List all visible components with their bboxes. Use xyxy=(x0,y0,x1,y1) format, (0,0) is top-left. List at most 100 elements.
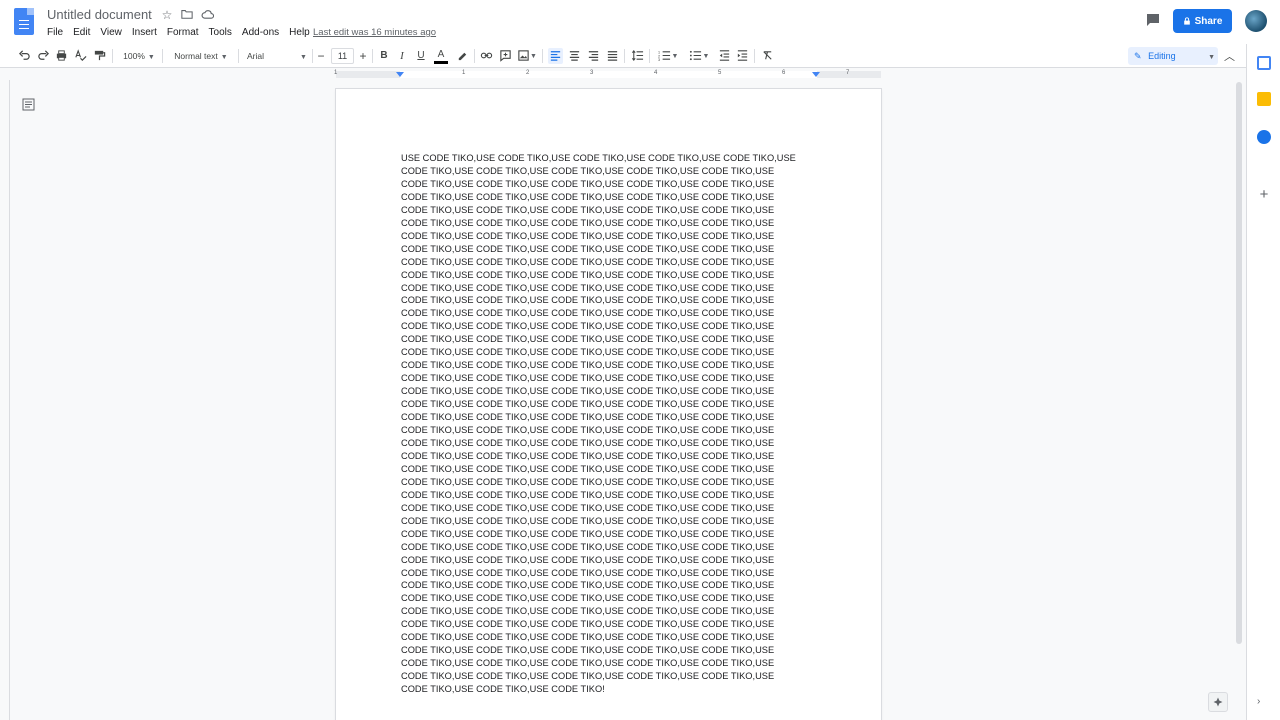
print-icon[interactable] xyxy=(54,48,68,64)
share-label: Share xyxy=(1194,15,1223,27)
chevron-down-icon: ▼ xyxy=(671,53,679,60)
menu-view[interactable]: View xyxy=(95,26,127,39)
menu-insert[interactable]: Insert xyxy=(127,26,162,39)
underline-button[interactable]: U xyxy=(415,48,427,64)
ruler-number: 2 xyxy=(526,70,530,76)
zoom-value: 100% xyxy=(123,51,145,61)
share-button[interactable]: Share xyxy=(1173,9,1232,33)
keep-icon[interactable] xyxy=(1257,92,1271,106)
ruler-number: 1 xyxy=(334,70,338,76)
increase-indent-icon[interactable] xyxy=(735,48,749,64)
add-addon-icon[interactable]: + xyxy=(1257,187,1271,202)
align-center-icon[interactable] xyxy=(567,48,581,64)
toolbar-divider xyxy=(624,49,625,63)
title-bar: Untitled document ☆ File Edit View Inser… xyxy=(0,0,1280,44)
ruler-number: 3 xyxy=(590,70,594,76)
docs-logo-icon[interactable] xyxy=(14,8,34,35)
chevron-right-icon[interactable]: › xyxy=(1257,696,1260,707)
italic-button[interactable]: I xyxy=(396,48,408,64)
toolbar-divider xyxy=(474,49,475,63)
menu-edit[interactable]: Edit xyxy=(68,26,95,39)
explore-icon[interactable] xyxy=(1208,692,1228,712)
link-icon[interactable] xyxy=(479,48,493,64)
tasks-icon[interactable] xyxy=(1257,130,1271,144)
toolbar-divider xyxy=(372,49,373,63)
svg-text:3: 3 xyxy=(658,58,660,62)
pencil-icon: ✎ xyxy=(1134,51,1142,61)
ruler-number: 7 xyxy=(846,70,850,76)
align-right-icon[interactable] xyxy=(586,48,600,64)
toolbar-divider xyxy=(312,49,313,63)
menu-file[interactable]: File xyxy=(42,26,68,39)
font-select[interactable]: Arial ▼ xyxy=(244,48,310,64)
document-page[interactable]: USE CODE TIKO,USE CODE TIKO,USE CODE TIK… xyxy=(336,89,881,720)
side-panel: + xyxy=(1246,44,1280,720)
line-spacing-icon[interactable] xyxy=(630,48,644,64)
chevron-down-icon: ▼ xyxy=(702,53,710,60)
comment-history-icon[interactable] xyxy=(1144,11,1162,29)
cloud-status-icon[interactable] xyxy=(200,8,214,22)
toolbar-divider xyxy=(754,49,755,63)
redo-icon[interactable] xyxy=(36,48,50,64)
editing-mode-select[interactable]: ✎ Editing ▼ xyxy=(1128,47,1218,65)
font-value: Arial xyxy=(247,51,265,61)
ruler-number: 5 xyxy=(718,70,722,76)
vertical-ruler[interactable] xyxy=(0,80,10,720)
document-outline-icon[interactable] xyxy=(22,98,35,111)
paint-format-icon[interactable] xyxy=(92,48,106,64)
chevron-down-icon: ▼ xyxy=(1208,54,1216,61)
lock-icon xyxy=(1183,17,1190,25)
vertical-scrollbar[interactable] xyxy=(1236,82,1242,644)
decrease-indent-icon[interactable] xyxy=(717,48,731,64)
font-size-input[interactable]: 11 xyxy=(331,48,354,64)
document-title[interactable]: Untitled document xyxy=(47,7,152,22)
decrease-font-size-icon[interactable]: − xyxy=(316,48,326,64)
toolbar-divider xyxy=(112,49,113,63)
zoom-select[interactable]: 100% ▼ xyxy=(119,48,159,64)
toolbar-divider xyxy=(162,49,163,63)
image-icon[interactable]: ▼ xyxy=(516,48,538,64)
text-color-button[interactable]: A xyxy=(434,48,448,64)
bulleted-list-icon[interactable]: ▼ xyxy=(686,48,712,64)
calendar-icon[interactable] xyxy=(1257,56,1271,70)
left-indent-marker[interactable] xyxy=(396,72,404,77)
comment-icon[interactable] xyxy=(498,48,512,64)
title-actions: ☆ xyxy=(160,8,214,22)
toolbar-divider xyxy=(649,49,650,63)
toolbar-divider xyxy=(238,49,239,63)
style-value: Normal text xyxy=(174,51,218,61)
chevron-down-icon: ▼ xyxy=(147,54,155,61)
menu-help[interactable]: Help xyxy=(284,26,315,39)
align-left-icon[interactable] xyxy=(548,48,563,64)
editing-mode-label: Editing xyxy=(1148,51,1176,61)
menu-tools[interactable]: Tools xyxy=(204,26,237,39)
bold-button[interactable]: B xyxy=(378,48,390,64)
menu-bar: File Edit View Insert Format Tools Add-o… xyxy=(42,26,315,39)
chevron-down-icon: ▼ xyxy=(300,54,307,61)
document-body-text[interactable]: USE CODE TIKO,USE CODE TIKO,USE CODE TIK… xyxy=(401,152,803,696)
star-icon[interactable]: ☆ xyxy=(160,8,174,22)
last-edit-link[interactable]: Last edit was 16 minutes ago xyxy=(313,26,436,39)
avatar[interactable] xyxy=(1245,10,1267,32)
style-select[interactable]: Normal text ▼ xyxy=(168,48,234,64)
justify-icon[interactable] xyxy=(605,48,619,64)
increase-font-size-icon[interactable]: + xyxy=(358,48,368,64)
ruler-left-margin xyxy=(336,71,400,78)
menu-format[interactable]: Format xyxy=(162,26,204,39)
highlight-icon[interactable] xyxy=(455,48,469,64)
move-folder-icon[interactable] xyxy=(180,8,194,22)
numbered-list-icon[interactable]: 1 2 3 ▼ xyxy=(655,48,681,64)
undo-icon[interactable] xyxy=(17,48,31,64)
ruler-number: 1 xyxy=(462,70,466,76)
horizontal-ruler[interactable]: 1 1 2 3 4 5 6 7 xyxy=(334,68,881,80)
clear-formatting-icon[interactable] xyxy=(760,48,774,64)
toolbar: 100% ▼ Normal text ▼ Arial ▼ − 11 + B I U A… xyxy=(0,44,1246,68)
hide-menus-icon[interactable]: ︿ xyxy=(1224,48,1235,64)
spellcheck-icon[interactable] xyxy=(73,48,87,64)
ruler-track xyxy=(336,71,881,78)
right-indent-marker[interactable] xyxy=(812,72,820,77)
ruler-number: 4 xyxy=(654,70,658,76)
menu-addons[interactable]: Add-ons xyxy=(237,26,284,39)
chevron-down-icon: ▼ xyxy=(530,53,537,60)
toolbar-divider xyxy=(542,49,543,63)
